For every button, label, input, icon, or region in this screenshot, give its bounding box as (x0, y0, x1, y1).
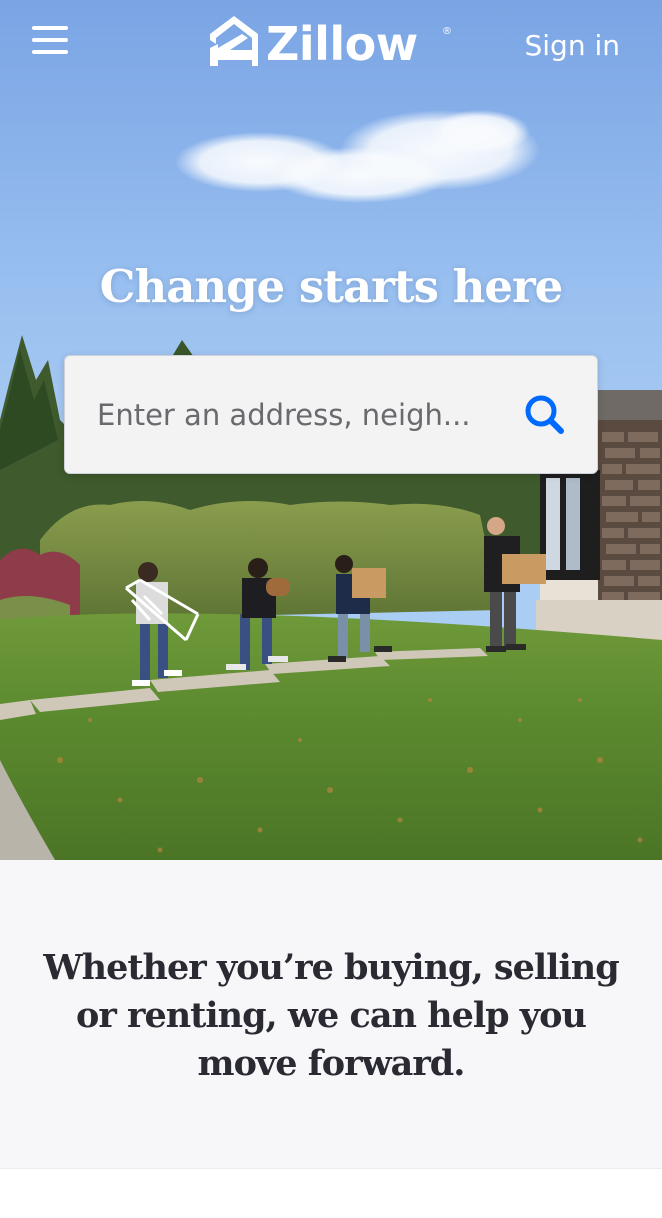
hero-headline: Change starts here (99, 260, 564, 313)
logo-wordmark: Zillow (266, 17, 418, 71)
zillow-home-page: Zillow ® Sign in Change starts here Whet… (0, 0, 662, 1218)
hero-section: Zillow ® Sign in Change starts here (0, 0, 662, 860)
search-icon (525, 395, 564, 434)
search-button[interactable] (515, 386, 575, 444)
value-proposition-text: Whether you’re buying, selling or rentin… (43, 947, 619, 1084)
registered-mark: ® (442, 26, 452, 37)
site-header: Zillow ® Sign in (0, 0, 662, 92)
zillow-logo[interactable]: Zillow ® (208, 14, 456, 72)
sign-in-link[interactable]: Sign in (525, 26, 621, 66)
value-proposition-section: Whether you’re buying, selling or rentin… (0, 860, 662, 1168)
next-section-edge (0, 1168, 662, 1218)
search-input[interactable] (85, 386, 505, 444)
hamburger-menu-button[interactable] (24, 18, 74, 64)
search-bar (64, 355, 598, 474)
zillow-house-logo-icon (210, 16, 258, 66)
